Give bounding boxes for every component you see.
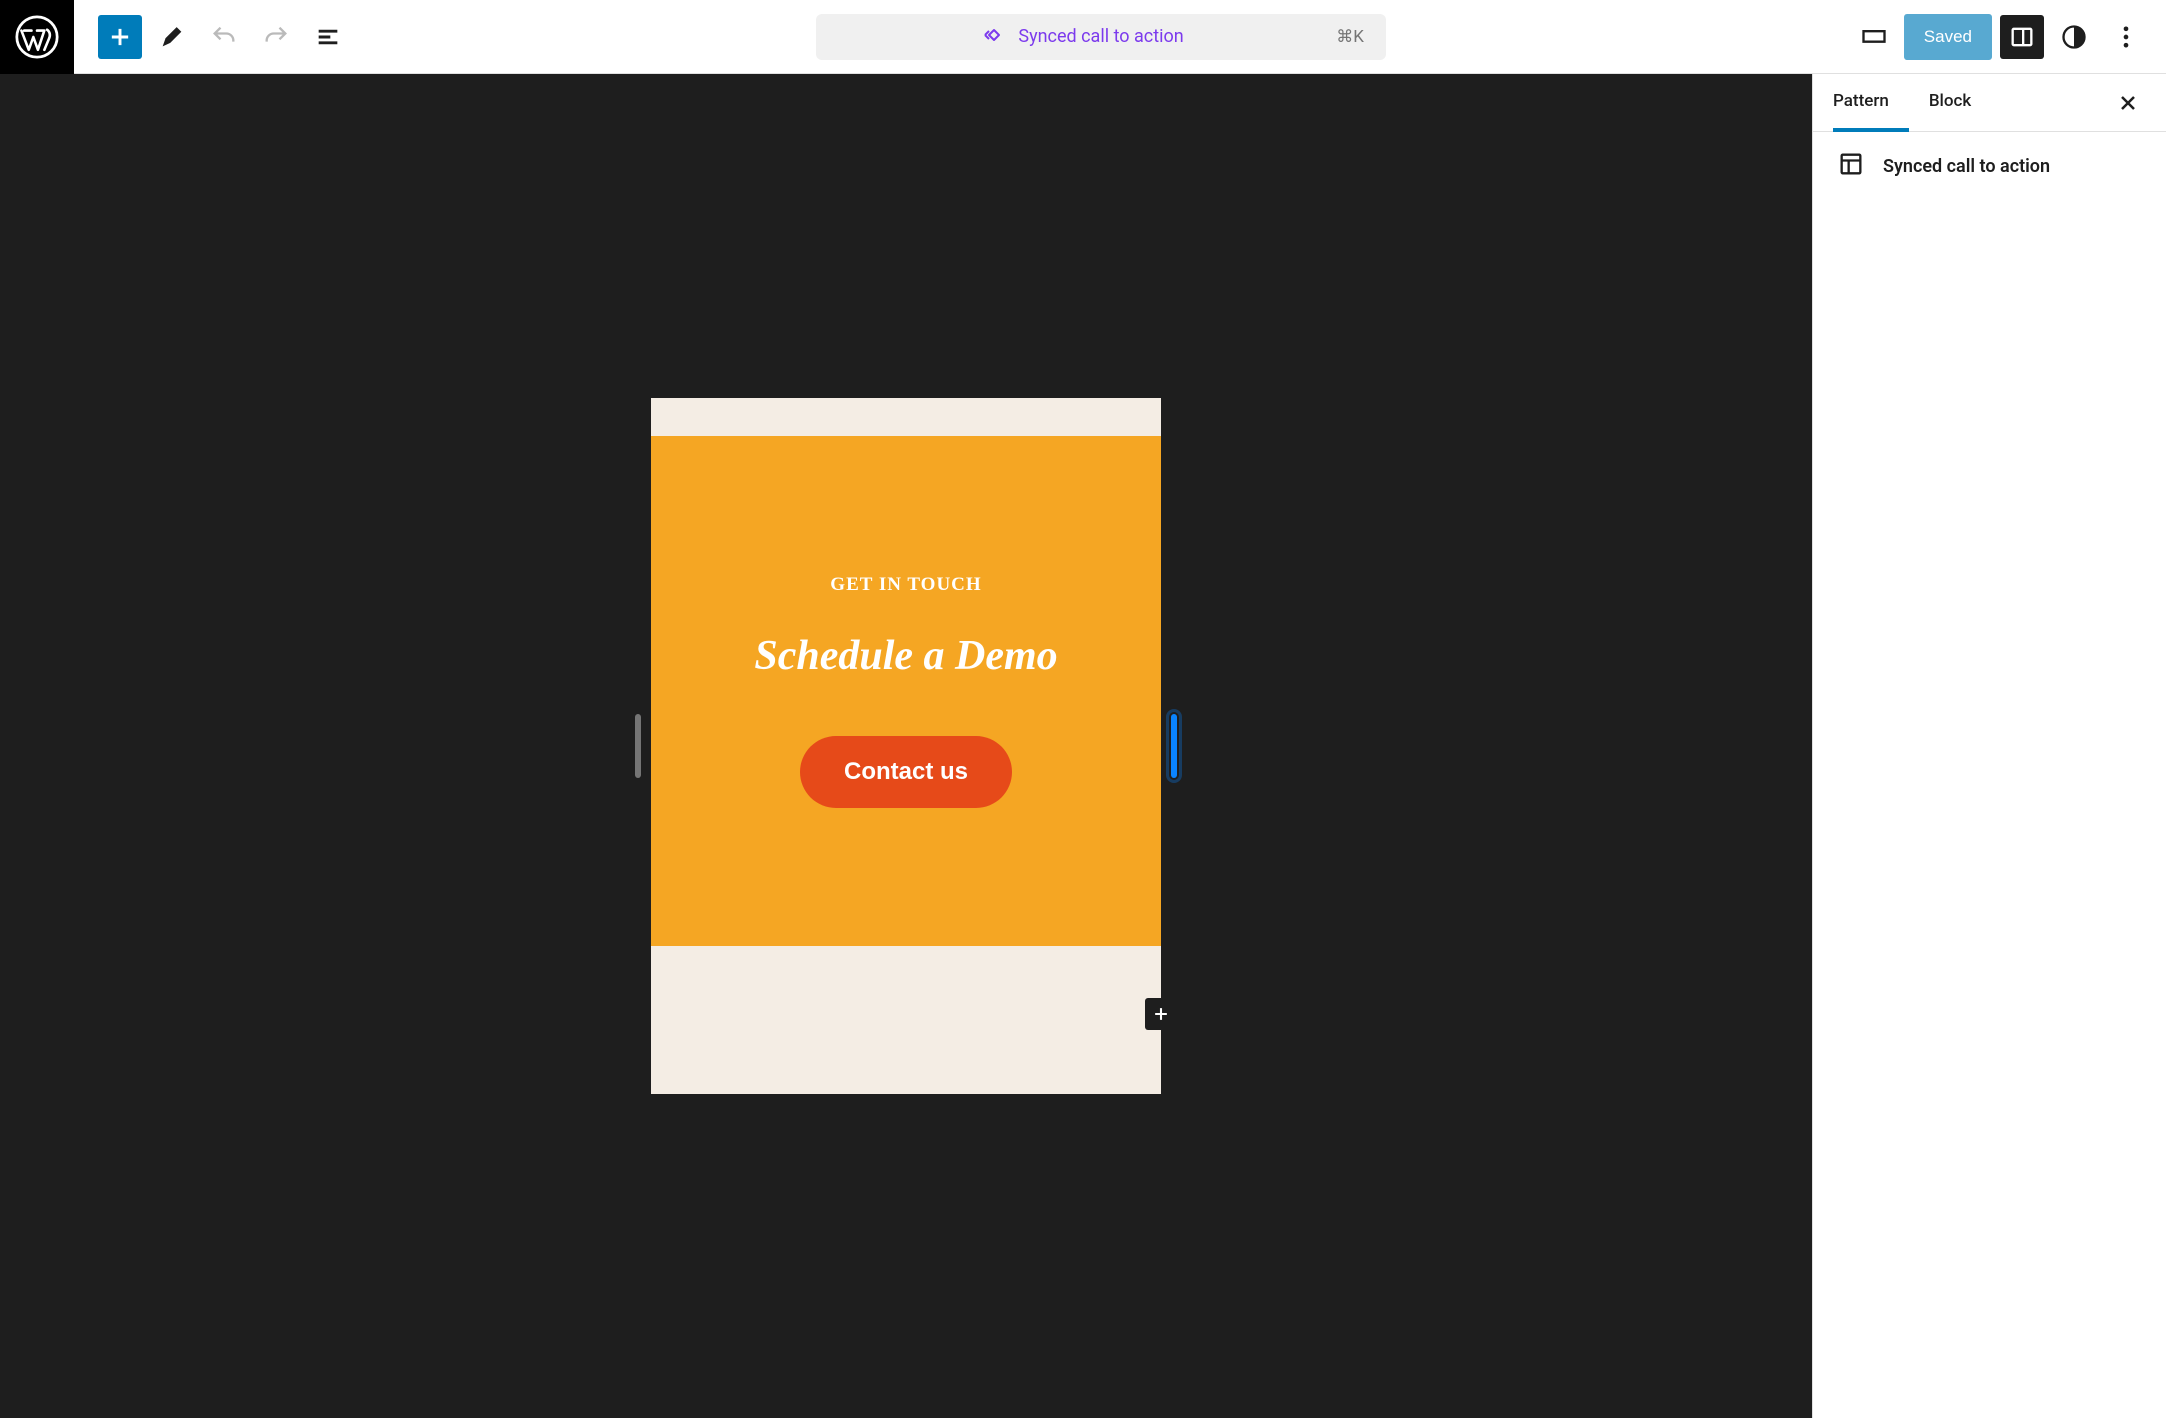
- editor-canvas[interactable]: GET IN TOUCH Schedule a Demo Contact us: [0, 74, 1812, 1418]
- wordpress-icon: [15, 15, 59, 59]
- add-block-button[interactable]: [98, 15, 142, 59]
- settings-sidebar-toggle[interactable]: [2000, 15, 2044, 59]
- tab-block[interactable]: Block: [1909, 74, 1991, 132]
- close-inspector-button[interactable]: [2110, 85, 2146, 121]
- inspector-sidebar: Pattern Block Synced call to action: [1812, 74, 2166, 1418]
- undo-button: [202, 15, 246, 59]
- inspector-item-label: Synced call to action: [1883, 156, 2050, 177]
- command-bar-shortcut: ⌘K: [1336, 27, 1364, 47]
- plus-icon: [1151, 1004, 1171, 1024]
- pencil-icon: [158, 23, 186, 51]
- cta-eyebrow[interactable]: GET IN TOUCH: [830, 574, 981, 596]
- main-area: GET IN TOUCH Schedule a Demo Contact us …: [0, 74, 2166, 1418]
- inspector-body: Synced call to action: [1813, 132, 2166, 200]
- toolbar-left-group: [74, 15, 350, 59]
- command-bar-label: Synced call to action: [1018, 26, 1183, 47]
- wordpress-logo[interactable]: [0, 0, 74, 74]
- options-button[interactable]: [2104, 15, 2148, 59]
- inspector-tabs: Pattern Block: [1813, 74, 2166, 132]
- redo-icon: [262, 23, 290, 51]
- synced-pattern-icon: [982, 23, 1006, 51]
- redo-button: [254, 15, 298, 59]
- toolbar-center: Synced call to action ⌘K: [350, 14, 1852, 60]
- sidebar-icon: [2008, 23, 2036, 51]
- cta-block[interactable]: GET IN TOUCH Schedule a Demo Contact us: [651, 436, 1161, 946]
- top-toolbar: Synced call to action ⌘K Saved: [0, 0, 2166, 74]
- document-overview-button[interactable]: [306, 15, 350, 59]
- close-icon: [2116, 91, 2140, 115]
- tools-button[interactable]: [150, 15, 194, 59]
- view-button[interactable]: [1852, 15, 1896, 59]
- cta-heading[interactable]: Schedule a Demo: [754, 632, 1057, 680]
- undo-icon: [210, 23, 238, 51]
- half-circle-icon: [2060, 23, 2088, 51]
- plus-icon: [106, 23, 134, 51]
- canvas-frame[interactable]: GET IN TOUCH Schedule a Demo Contact us: [651, 398, 1161, 1094]
- inspector-item-row[interactable]: Synced call to action: [1837, 150, 2142, 182]
- more-vertical-icon: [2112, 23, 2140, 51]
- cta-button[interactable]: Contact us: [800, 736, 1012, 808]
- template-icon: [1837, 150, 1865, 182]
- saved-button[interactable]: Saved: [1904, 14, 1992, 60]
- append-block-button[interactable]: [1145, 998, 1177, 1030]
- resize-handle-left[interactable]: [635, 714, 641, 778]
- tab-pattern[interactable]: Pattern: [1833, 74, 1909, 132]
- desktop-icon: [1860, 23, 1888, 51]
- list-view-icon: [314, 23, 342, 51]
- styles-button[interactable]: [2052, 15, 2096, 59]
- toolbar-right-group: Saved: [1852, 14, 2166, 60]
- resize-handle-right[interactable]: [1171, 714, 1177, 778]
- command-bar[interactable]: Synced call to action ⌘K: [816, 14, 1386, 60]
